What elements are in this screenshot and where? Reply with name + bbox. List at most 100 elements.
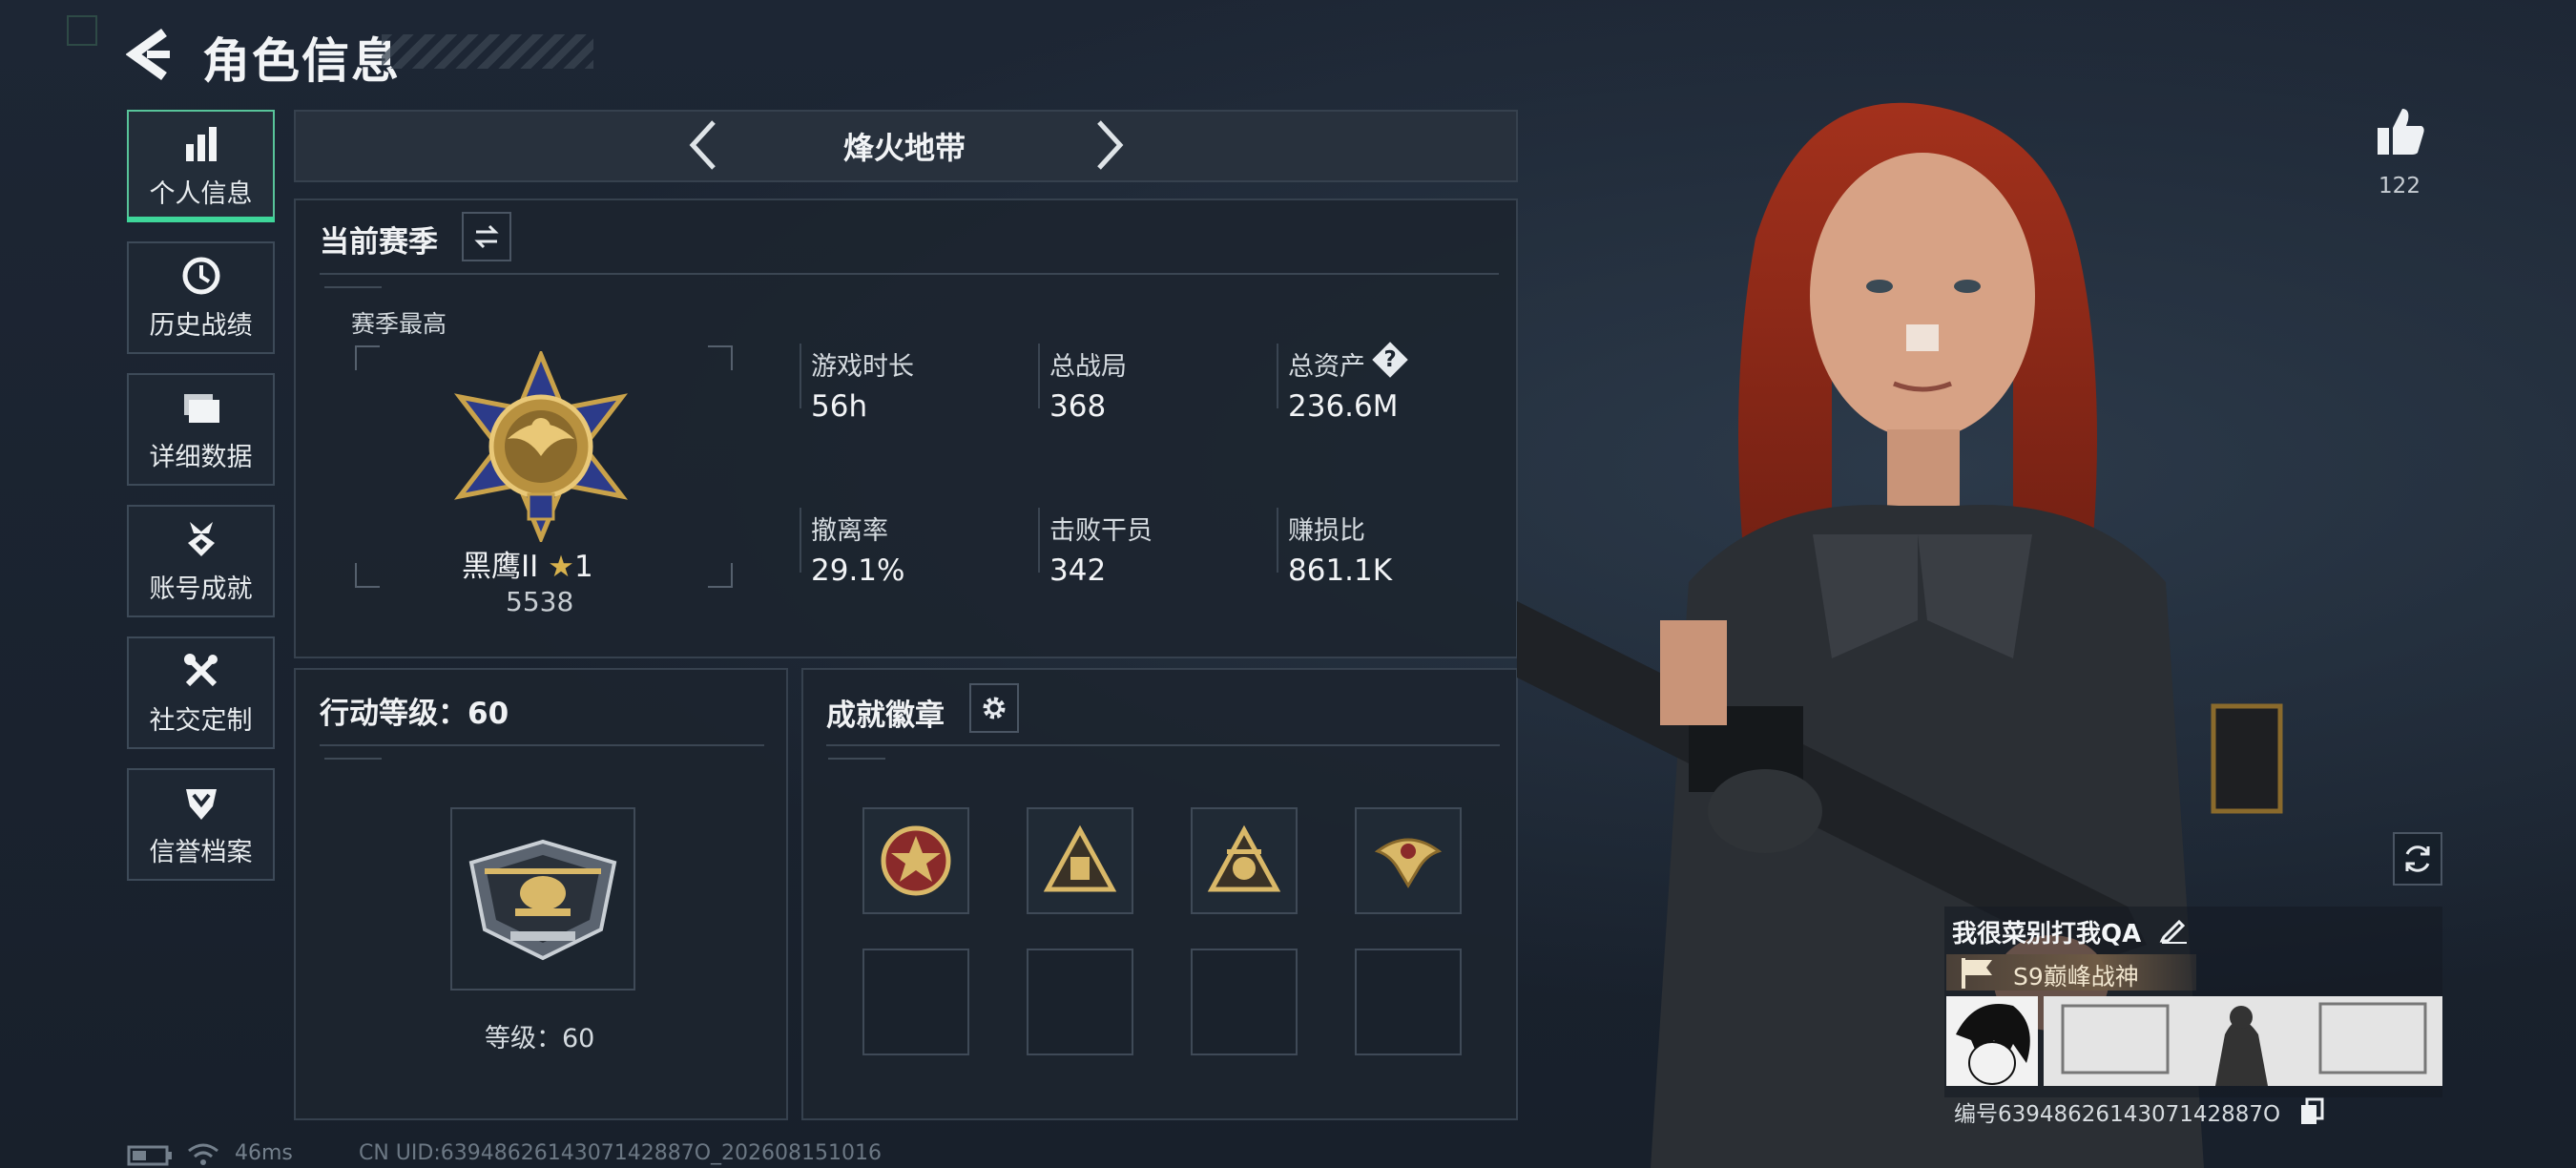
badge-slot-empty[interactable] — [862, 949, 969, 1055]
edit-icon[interactable] — [2158, 914, 2189, 945]
refresh-button[interactable] — [2393, 832, 2442, 886]
ping-text: 46ms — [235, 1141, 293, 1165]
nav-item-personal-info[interactable]: 个人信息 — [127, 110, 275, 222]
rank-name: 黑鹰II — [462, 550, 539, 584]
clock-icon — [182, 257, 219, 294]
stat-separator — [1038, 508, 1040, 573]
badge-slot[interactable] — [862, 807, 969, 914]
stat-separator — [1038, 344, 1040, 408]
help-icon-label: ? — [1383, 347, 1397, 372]
triangle-crest-badge-icon — [1207, 824, 1281, 892]
copy-icon[interactable] — [2299, 1097, 2324, 1126]
nav-label: 详细数据 — [149, 442, 253, 472]
stat-value-operators-defeated: 342 — [1049, 553, 1107, 588]
badge-slot[interactable] — [1191, 807, 1298, 914]
flag-icon — [1962, 958, 1992, 989]
mode-title: 烽火地带 — [842, 130, 966, 166]
rank-label: 黑鹰II ★1 — [462, 542, 593, 585]
rank-points: 5538 — [506, 586, 574, 617]
thumbs-up-icon[interactable] — [2374, 105, 2427, 158]
stat-label-profit-loss: 赚损比 — [1288, 516, 1365, 546]
nav-label: 历史战绩 — [149, 310, 253, 341]
stat-value-extraction-rate: 29.1% — [811, 553, 905, 588]
banner-sketch-icon — [2044, 996, 2442, 1086]
chevron-left-icon[interactable] — [685, 116, 723, 174]
action-level-title: 行动等级：60 — [320, 697, 509, 731]
frame-corner — [355, 345, 380, 370]
badge-slot[interactable] — [1355, 807, 1462, 914]
badge-slot-empty[interactable] — [1191, 949, 1298, 1055]
stat-separator — [1277, 344, 1278, 408]
season-highest-label: 赛季最高 — [351, 310, 447, 338]
dash-decoration — [324, 286, 382, 288]
triangle-badge-icon — [1043, 824, 1117, 892]
eagle-badge-icon — [1374, 838, 1443, 888]
dash-decoration — [828, 758, 885, 760]
star-seal-badge-icon — [881, 825, 951, 896]
folder-icon — [183, 393, 219, 423]
frame-corner — [355, 563, 380, 588]
player-title: S9巅峰战神 — [2013, 963, 2139, 991]
nav-label: 信誉档案 — [149, 837, 253, 867]
refresh-icon — [2405, 845, 2430, 872]
badge-slot-empty[interactable] — [1027, 949, 1133, 1055]
stat-label-total-assets: 总资产 — [1288, 352, 1365, 382]
bar-chart-icon — [185, 126, 217, 161]
wifi-icon — [188, 1143, 218, 1165]
stat-value-total-matches: 368 — [1049, 389, 1107, 424]
badges-title: 成就徽章 — [826, 699, 945, 733]
avatar[interactable] — [1946, 996, 2038, 1086]
switch-season-button[interactable] — [462, 212, 511, 261]
stat-value-total-assets: 236.6M — [1288, 389, 1399, 424]
badge-settings-button[interactable] — [969, 683, 1019, 733]
wrench-icon — [183, 653, 218, 686]
back-arrow-icon[interactable] — [126, 27, 174, 82]
player-id: 编号6394862614307142887O — [1954, 1102, 2281, 1127]
shield-icon — [185, 788, 217, 820]
stat-label-operators-defeated: 击败干员 — [1049, 516, 1153, 546]
nav-item-history[interactable]: 历史战绩 — [127, 241, 275, 354]
divider — [320, 744, 764, 746]
medal-icon — [187, 521, 215, 556]
nav-item-detailed-data[interactable]: 详细数据 — [127, 373, 275, 486]
stat-separator — [800, 508, 801, 573]
badge-slot-empty[interactable] — [1355, 949, 1462, 1055]
season-title: 当前赛季 — [320, 225, 438, 260]
divider — [826, 744, 1500, 746]
nav-label: 个人信息 — [149, 178, 253, 209]
stat-label-extraction-rate: 撤离率 — [811, 516, 888, 546]
page-title: 角色信息 — [202, 33, 401, 89]
action-level-text: 等级：60 — [485, 1024, 595, 1053]
rank-emblem-icon — [453, 351, 629, 542]
stat-separator — [800, 344, 801, 408]
stat-value-profit-loss: 861.1K — [1288, 553, 1393, 588]
nav-item-social[interactable]: 社交定制 — [127, 636, 275, 749]
avatar-manga-icon — [1946, 996, 2038, 1086]
corner-marker — [67, 15, 97, 46]
like-count: 122 — [2379, 174, 2420, 198]
stat-label-playtime: 游戏时长 — [811, 352, 914, 382]
badge-slot[interactable] — [1027, 807, 1133, 914]
divider — [320, 273, 1499, 275]
dash-decoration — [324, 758, 382, 760]
battery-icon — [127, 1145, 172, 1166]
rank-stars: 1 — [573, 550, 593, 584]
frame-corner — [708, 563, 733, 588]
title-decoration — [382, 34, 593, 69]
nav-item-achievements[interactable]: 账号成就 — [127, 505, 275, 617]
nav-item-reputation[interactable]: 信誉档案 — [127, 768, 275, 881]
name-card-banner — [2044, 996, 2442, 1086]
swap-icon — [474, 224, 499, 249]
nav-label: 账号成就 — [149, 574, 253, 604]
stat-label-total-matches: 总战局 — [1049, 352, 1127, 382]
nav-label: 社交定制 — [149, 705, 253, 736]
player-name: 我很菜别打我QA — [1952, 920, 2142, 949]
gear-icon — [983, 697, 1006, 720]
star-icon: ★ — [548, 550, 574, 584]
chevron-right-icon[interactable] — [1090, 116, 1128, 174]
stat-separator — [1277, 508, 1278, 573]
helicopter-badge-icon — [468, 839, 617, 961]
frame-corner — [708, 345, 733, 370]
uid-text: CN UID:6394862614307142887O_202608151016 — [359, 1141, 882, 1165]
stat-value-playtime: 56h — [811, 389, 868, 424]
